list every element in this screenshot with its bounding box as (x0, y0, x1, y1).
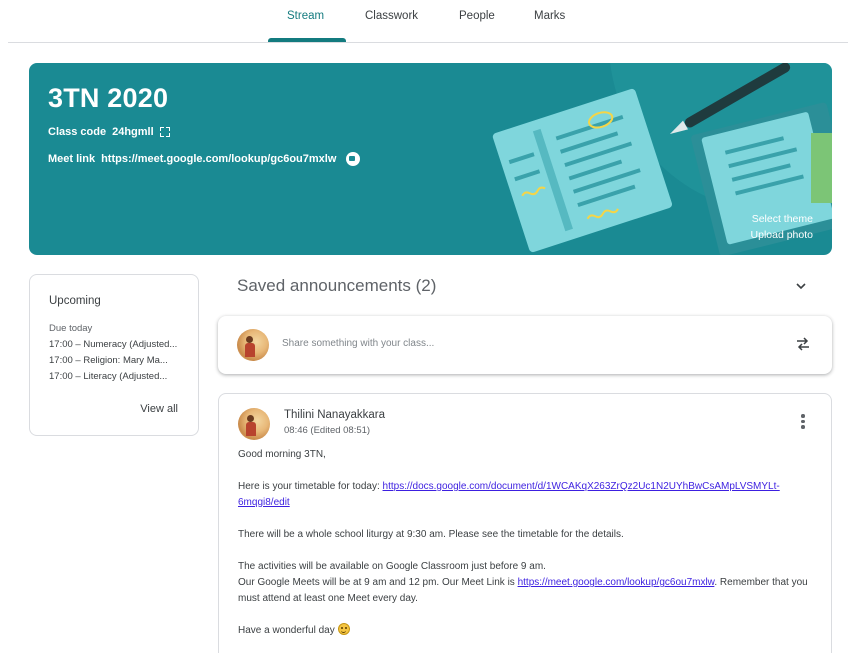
class-code-row: Class code 24hgmll (48, 126, 170, 138)
top-tab-bar: Stream Classwork People Marks (0, 0, 848, 43)
post-greeting: Good morning 3TN, (238, 449, 326, 460)
share-box[interactable]: Share something with your class... (218, 316, 832, 374)
tab-classwork[interactable]: Classwork (365, 10, 418, 22)
post-timetable-paragraph: Here is your timetable for today: https:… (238, 479, 816, 511)
smiley-icon (337, 623, 350, 635)
announcement-post: Thilini Nanayakkara 08:46 (Edited 08:51)… (218, 393, 832, 653)
more-options-icon[interactable] (801, 414, 805, 430)
saved-announcements-header[interactable]: Saved announcements (2) (237, 276, 436, 296)
meet-link-label: Meet link (48, 153, 96, 165)
timetable-text: Here is your timetable for today: (238, 481, 383, 492)
post-timestamp: 08:46 (Edited 08:51) (284, 425, 371, 436)
tab-stream[interactable]: Stream (287, 10, 324, 22)
activities-text: The activities will be available on Goog… (238, 561, 546, 572)
upcoming-item[interactable]: 17:00 – Numeracy (Adjusted... (49, 337, 185, 353)
chevron-down-icon[interactable] (795, 280, 807, 292)
upload-photo-link[interactable]: Upload photo (751, 227, 813, 243)
select-theme-link[interactable]: Select theme (751, 211, 813, 227)
closing-text: Have a wonderful day (238, 625, 338, 636)
tab-divider (8, 42, 848, 43)
avatar (237, 329, 269, 361)
video-camera-icon[interactable] (346, 152, 361, 166)
upcoming-card: Upcoming Due today 17:00 – Numeracy (Adj… (29, 274, 199, 436)
class-code-value: 24hgmll (112, 126, 154, 138)
meet-link-value[interactable]: https://meet.google.com/lookup/gc6ou7mxl… (101, 153, 336, 165)
fullscreen-icon[interactable] (159, 127, 170, 137)
class-code-label: Class code (48, 126, 107, 138)
post-meets-paragraph: Our Google Meets will be at 9 am and 12 … (238, 575, 816, 607)
post-activities-paragraph: The activities will be available on Goog… (238, 559, 816, 575)
tab-marks[interactable]: Marks (534, 10, 565, 22)
view-all-button[interactable]: View all (140, 403, 178, 415)
class-title: 3TN 2020 (48, 83, 169, 113)
upcoming-item[interactable]: 17:00 – Literacy (Adjusted... (49, 369, 185, 385)
upcoming-item[interactable]: 17:00 – Religion: Mary Ma... (49, 353, 185, 369)
post-liturgy: There will be a whole school liturgy at … (238, 529, 624, 540)
post-author: Thilini Nanayakkara (284, 409, 385, 421)
share-placeholder[interactable]: Share something with your class... (282, 338, 434, 349)
class-banner: 3TN 2020 Class code 24hgmll Meet link ht… (29, 63, 832, 255)
due-today-label: Due today (49, 323, 93, 334)
post-closing-paragraph: Have a wonderful day (238, 623, 816, 639)
upcoming-title: Upcoming (49, 295, 101, 307)
tab-people[interactable]: People (459, 10, 495, 22)
banner-theme-actions: Select theme Upload photo (751, 211, 813, 243)
meet-link[interactable]: https://meet.google.com/lookup/gc6ou7mxl… (518, 577, 715, 588)
post-body: Good morning 3TN, Here is your timetable… (238, 447, 816, 653)
repost-icon[interactable] (794, 335, 812, 353)
avatar (238, 408, 270, 440)
meet-link-row: Meet link https://meet.google.com/lookup… (48, 152, 361, 166)
meets-text: Our Google Meets will be at 9 am and 12 … (238, 577, 518, 588)
